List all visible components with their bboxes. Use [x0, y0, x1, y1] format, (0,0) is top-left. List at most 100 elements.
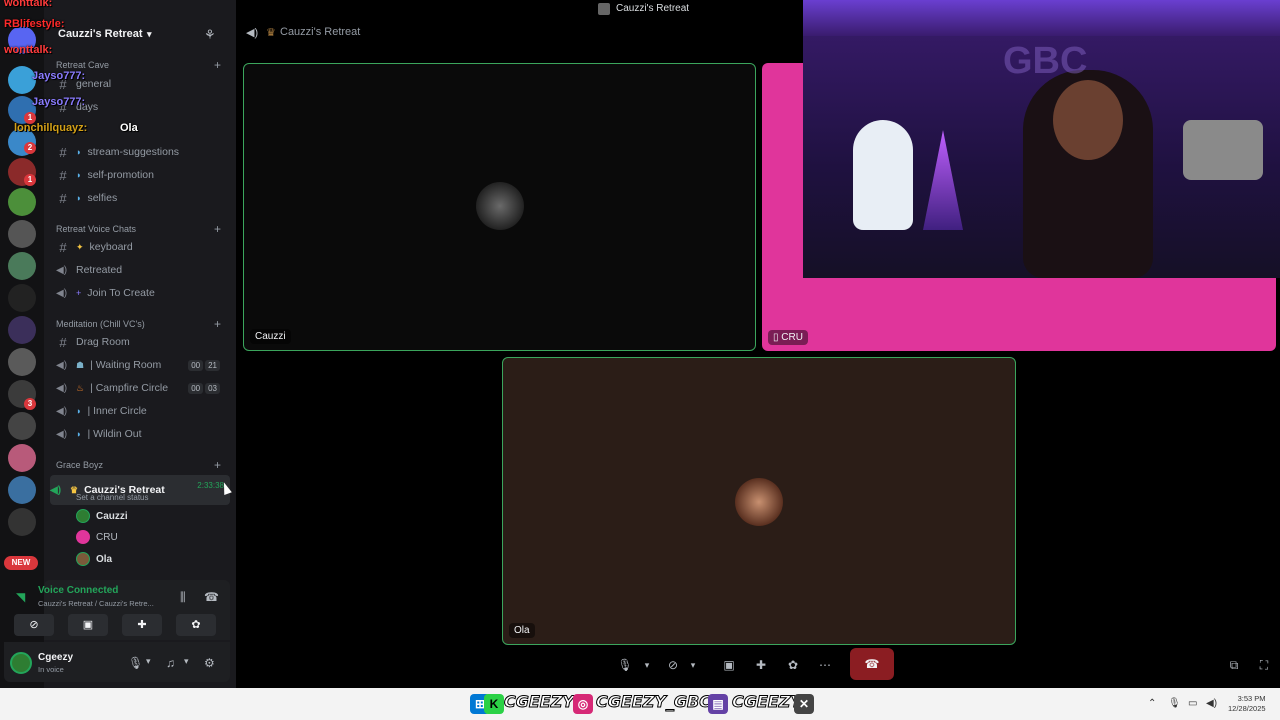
video-tile-cauzzi[interactable]: Cauzzi	[243, 63, 756, 351]
add-member-icon[interactable]: ⚘	[204, 27, 220, 43]
speaker-icon: ◀)	[56, 265, 68, 276]
fullscreen-icon[interactable]: ⛶	[1254, 652, 1274, 678]
user-name[interactable]: Cgeezy	[38, 652, 73, 663]
hash-icon: #	[59, 334, 67, 350]
stage-title: Cauzzi's Retreat	[280, 26, 361, 38]
channel-inner-circle[interactable]: ◀) ◗ | Inner Circle	[56, 401, 226, 421]
voice-connected-title[interactable]: Voice Connected	[38, 585, 118, 596]
soundboard-icon[interactable]: ✿	[780, 652, 806, 678]
avatar	[735, 478, 783, 526]
tile-label: Ola	[509, 623, 535, 638]
hang-up-button[interactable]: ☎	[850, 648, 894, 680]
channel-label: | Campfire Circle	[90, 382, 169, 394]
avatar[interactable]	[10, 652, 32, 674]
channel-keyboard[interactable]: # ✦ keyboard	[56, 237, 226, 257]
microphone-tray-icon[interactable]: 🎙	[1168, 698, 1181, 709]
category-meditation[interactable]: Meditation (Chill VC's)	[56, 319, 145, 329]
more-options-icon[interactable]: ⋯	[812, 652, 838, 678]
microphone-icon[interactable]: 🎙	[610, 652, 640, 678]
speaker-icon: ◀)	[56, 360, 68, 371]
add-channel-icon[interactable]: +	[214, 222, 221, 236]
voice-member[interactable]: Ola	[76, 552, 112, 566]
channel-wildin-out[interactable]: ◀) ◗ | Wildin Out	[56, 424, 226, 444]
server-icon[interactable]	[8, 476, 36, 504]
chat-username: wonttalk:	[4, 0, 53, 9]
disconnect-icon[interactable]: ☎	[204, 590, 219, 604]
channel-stream-suggestions[interactable]: # ◗ stream-suggestions	[56, 142, 226, 162]
server-icon[interactable]	[8, 348, 36, 376]
avatar	[476, 182, 524, 230]
server-icon[interactable]	[8, 252, 36, 280]
channel-label: | Waiting Room	[90, 359, 162, 371]
server-icon[interactable]	[8, 412, 36, 440]
channel-label: self-promotion	[87, 169, 154, 181]
screen-share-button[interactable]: ▣	[68, 614, 108, 636]
tile-label: ▯ CRU	[768, 330, 808, 345]
snowman-decoration	[853, 120, 913, 230]
chevron-down-icon: ▾	[144, 29, 152, 39]
signal-icon: ◥	[16, 590, 26, 604]
server-icon[interactable]	[8, 316, 36, 344]
channel-label: | Inner Circle	[87, 405, 147, 417]
category-retreat-voice-chats[interactable]: Retreat Voice Chats	[56, 224, 136, 234]
notification-badge: 2	[24, 142, 36, 154]
category-retreat-cave[interactable]: Retreat Cave	[56, 60, 109, 70]
channel-selfies[interactable]: # ◗ selfies	[56, 188, 226, 208]
wave-emoji-icon: ◗	[76, 406, 82, 416]
voice-member[interactable]: Cauzzi	[76, 509, 128, 523]
category-grace-boyz[interactable]: Grace Boyz	[56, 460, 103, 470]
brand-kick-handle: CGEEZY	[504, 692, 575, 712]
channel-label: Retreated	[76, 264, 123, 276]
channel-self-promotion[interactable]: # ◗ self-promotion	[56, 165, 226, 185]
channel-retreated[interactable]: ◀) Retreated	[56, 260, 226, 280]
volume-icon[interactable]: ◀)	[1206, 698, 1217, 709]
voice-member[interactable]: CRU	[76, 530, 118, 544]
soundboard-button[interactable]: ✿	[176, 614, 216, 636]
popout-icon[interactable]: ⧉	[1224, 652, 1244, 678]
channel-waiting-room[interactable]: ◀) ☗ | Waiting Room 00 21	[56, 355, 226, 375]
fire-emoji-icon: ♨	[76, 382, 85, 393]
user-status: In voice	[38, 665, 64, 674]
system-clock[interactable]: 3:53 PM 12/28/2025	[1228, 694, 1266, 714]
server-icon[interactable]	[8, 220, 36, 248]
chevron-down-icon[interactable]: ▾	[146, 656, 151, 667]
server-icon[interactable]	[8, 444, 36, 472]
voice-connected-subtitle[interactable]: Cauzzi's Retreat / Cauzzi's Retre...	[38, 599, 154, 608]
channel-join-to-create[interactable]: ◀) + Join To Create	[56, 283, 226, 303]
server-icon[interactable]	[8, 284, 36, 312]
chevron-down-icon[interactable]: ▾	[184, 656, 189, 667]
activities-button[interactable]: ✚	[122, 614, 162, 636]
channel-label: keyboard	[89, 241, 133, 253]
gear-icon[interactable]: ⚙	[204, 656, 215, 670]
network-icon[interactable]: ▭	[1188, 698, 1197, 709]
screen-share-icon[interactable]: ▣	[716, 652, 742, 678]
server-name[interactable]: Cauzzi's Retreat ▾	[58, 28, 152, 40]
microphone-icon[interactable]: 🎙	[128, 656, 143, 670]
channel-campfire-circle[interactable]: ◀) ♨ | Campfire Circle 00 03	[56, 378, 226, 398]
camera-off-icon[interactable]: ⊘	[660, 652, 686, 678]
member-name: Ola	[96, 553, 113, 565]
noise-suppression-icon[interactable]: ⫼	[180, 590, 186, 605]
channel-cauzzis-retreat-active[interactable]: ◀) ♛ Cauzzi's Retreat 2:33:38 Set a chan…	[50, 475, 230, 505]
headphones-icon[interactable]: ♫	[166, 656, 175, 670]
chevron-down-icon[interactable]: ▾	[686, 652, 700, 678]
x-icon: ✕	[794, 694, 814, 714]
camera-off-button[interactable]: ⊘	[14, 614, 54, 636]
app-icon	[598, 3, 610, 15]
server-icon[interactable]	[8, 188, 36, 216]
channel-status-prompt[interactable]: Set a channel status	[76, 493, 149, 502]
video-tile-ola[interactable]: Ola	[502, 357, 1016, 645]
chat-username: wonttalk:	[4, 44, 53, 56]
channel-drag-room[interactable]: # Drag Room	[56, 332, 226, 352]
server-icon[interactable]	[8, 508, 36, 536]
speaker-icon: ◀)	[56, 406, 68, 417]
add-channel-icon[interactable]: +	[214, 58, 221, 72]
chevron-down-icon[interactable]: ▾	[640, 652, 654, 678]
add-channel-icon[interactable]: +	[214, 317, 221, 331]
add-channel-icon[interactable]: +	[214, 458, 221, 472]
speaker-icon: ◀)	[56, 383, 68, 394]
activities-icon[interactable]: ✚	[748, 652, 774, 678]
tray-chevron-icon[interactable]: ⌃	[1148, 698, 1156, 709]
channel-label: Join To Create	[87, 287, 155, 299]
instagram-icon: ◎	[573, 694, 593, 714]
